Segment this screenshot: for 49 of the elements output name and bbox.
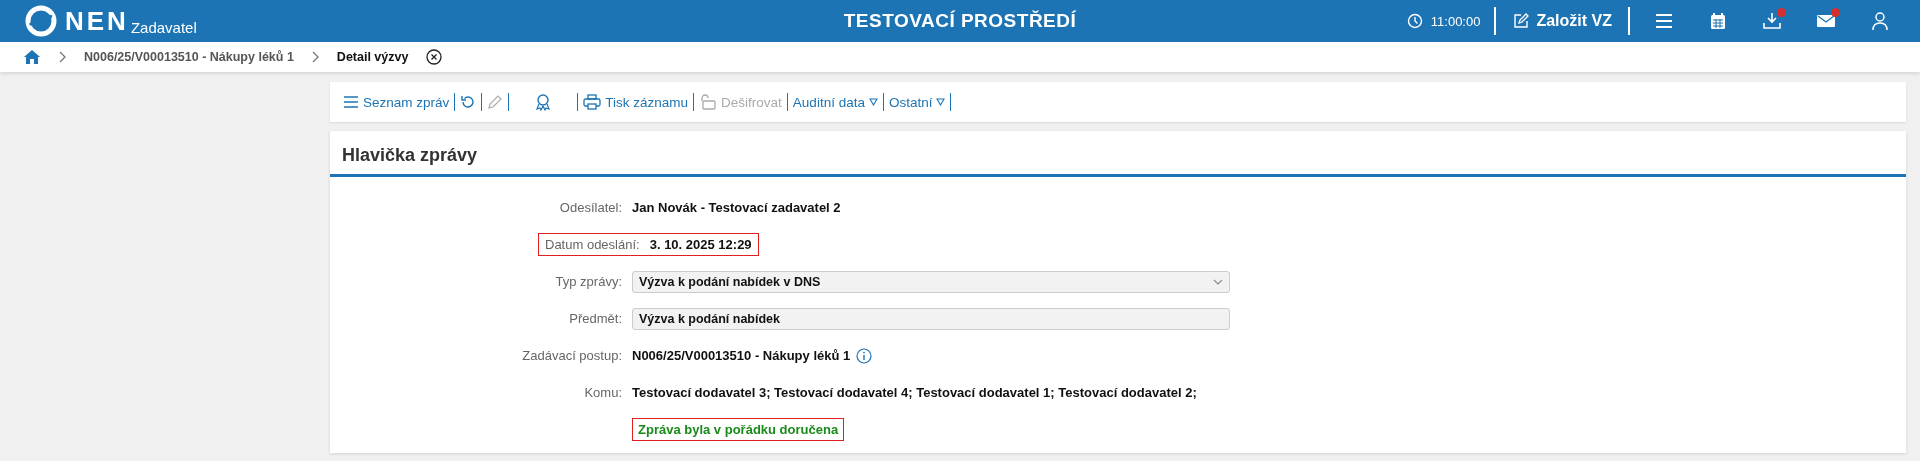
- field-label: Předmět:: [569, 311, 622, 326]
- info-icon[interactable]: [856, 347, 873, 364]
- caret-icon: [1213, 278, 1223, 285]
- dropdown-button[interactable]: Ostatní: [883, 89, 951, 115]
- logo-icon: [25, 5, 57, 37]
- print-button[interactable]: Tisk záznamu: [578, 89, 694, 115]
- breadcrumb-link[interactable]: Detail výzvy: [336, 50, 409, 64]
- breadcrumb-link[interactable]: N006/25/V00013510 - Nákupy léků 1: [84, 50, 294, 64]
- close-icon[interactable]: [426, 49, 443, 65]
- field-value: N006/25/V00013510 - Nákupy léků 1: [632, 348, 851, 363]
- download-icon: [1763, 12, 1781, 30]
- dropdown-button[interactable]: Auditní data: [787, 89, 883, 115]
- user-icon: [1872, 12, 1888, 30]
- status-message: Zpráva byla v pořádku doručena: [632, 418, 845, 441]
- notification-dot: [1831, 8, 1840, 17]
- message-type-select[interactable]: Výzva k podání nabídek v DNS: [632, 270, 1230, 293]
- field-value: 3. 10. 2025 12:29: [649, 237, 752, 252]
- print-icon: [583, 94, 602, 110]
- section-title: Hlavička zprávy: [341, 144, 479, 167]
- mail-icon: [1817, 14, 1835, 28]
- subject-field[interactable]: Výzva k podání nabídek: [632, 307, 1230, 330]
- edit-icon: [1512, 12, 1531, 30]
- field-label: Typ zprávy:: [555, 274, 622, 289]
- caret-icon: [936, 98, 946, 106]
- pencil-icon: [487, 94, 504, 110]
- menu-icon: [1655, 13, 1673, 29]
- notification-dot: [1777, 8, 1786, 17]
- calendar-icon: [1710, 12, 1726, 30]
- field-label: Datum odeslání:: [545, 237, 640, 252]
- field-value: Testovací dodavatel 3; Testovací dodavatel 4; Testovací dodavatel 1; Testovací dodavatel 2;: [632, 385, 1197, 400]
- chevron-icon: [59, 51, 66, 63]
- field-label: Komu:: [584, 385, 622, 400]
- logo-text: NEN: [65, 5, 129, 37]
- create-button[interactable]: Založit VZ: [1504, 12, 1620, 30]
- field-label: Odesílatel:: [559, 200, 622, 215]
- lock-icon: [699, 94, 718, 110]
- field-label: Zadávací postup:: [522, 348, 622, 363]
- field-value: Jan Novák - Testovací zadavatel 2: [632, 200, 841, 215]
- app-subtitle: Zadavatel: [130, 19, 197, 37]
- clock-time: 11:00:00: [1430, 13, 1481, 29]
- environment-title: TESTOVACÍ PROSTŘEDÍ: [843, 10, 1077, 32]
- list-icon: [343, 95, 359, 109]
- clock-icon: [1406, 13, 1423, 29]
- award-icon: [535, 93, 552, 111]
- chevron-icon: [311, 51, 319, 63]
- home-icon[interactable]: [23, 49, 41, 65]
- refresh-icon: [460, 94, 477, 110]
- list-button[interactable]: Seznam zpráv: [338, 89, 455, 115]
- caret-icon: [868, 98, 878, 106]
